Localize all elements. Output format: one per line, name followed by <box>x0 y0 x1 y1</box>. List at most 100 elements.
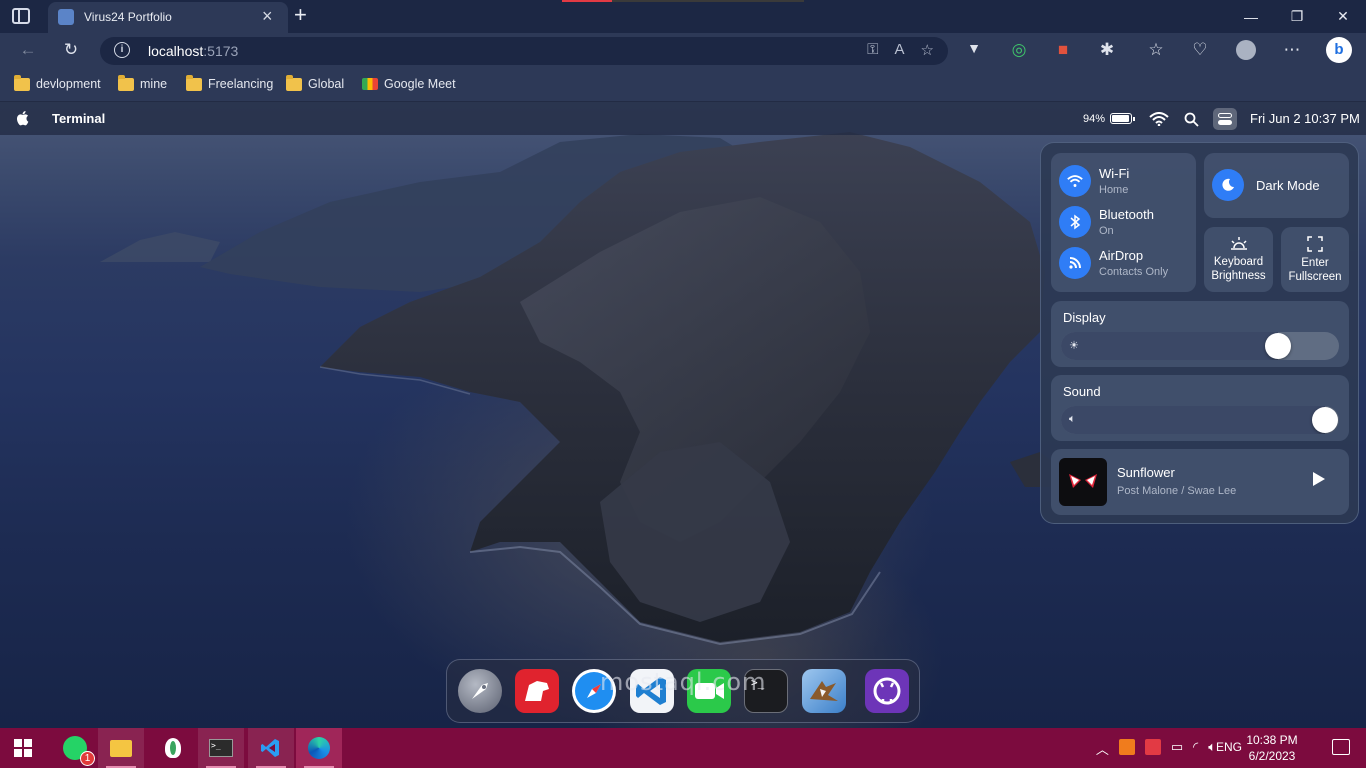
control-center-panel: Wi-Fi Home Bluetooth On AirDrop Contacts… <box>1040 142 1359 524</box>
apple-logo-icon[interactable] <box>16 110 30 126</box>
display-card: Display ☀ <box>1051 301 1349 367</box>
notification-center-icon[interactable] <box>1332 739 1350 755</box>
display-label: Display <box>1063 310 1106 325</box>
window-controls: — ❐ ✕ <box>1228 0 1366 33</box>
wifi-icon <box>1059 165 1091 197</box>
display-brightness-slider[interactable]: ☀ <box>1061 332 1339 360</box>
add-favorite-icon[interactable]: ☆ <box>921 41 934 59</box>
extensions-icon[interactable]: ✱ <box>1096 40 1118 60</box>
terminal-taskbar-icon[interactable]: >_ <box>198 728 244 768</box>
wifi-icon[interactable] <box>1149 112 1169 126</box>
favorites-icon[interactable]: ☆ <box>1145 40 1167 60</box>
browser-tab-bar: Virus24 Portfolio × + — ❐ ✕ <box>0 0 1366 33</box>
fullscreen-label: Enter Fullscreen <box>1288 257 1342 283</box>
launchpad-icon[interactable] <box>458 669 502 713</box>
display-slider-knob[interactable] <box>1264 333 1291 359</box>
folder-icon <box>14 74 30 91</box>
wifi-subtitle: Home <box>1099 184 1129 196</box>
folder-icon <box>186 74 202 91</box>
fullscreen-icon <box>1307 236 1323 252</box>
mostaql-watermark: mostaql.com <box>600 668 767 696</box>
back-button[interactable]: ← <box>17 40 39 60</box>
battery-tray-icon[interactable]: ▭ <box>1171 739 1183 758</box>
node-app-taskbar-icon[interactable] <box>150 728 196 768</box>
airdrop-icon <box>1059 247 1091 279</box>
language-indicator[interactable]: ENG <box>1216 740 1242 754</box>
dark-mode-toggle[interactable]: Dark Mode <box>1204 153 1349 218</box>
track-artist: Post Malone / Swae Lee <box>1117 485 1237 497</box>
browser-tab[interactable]: Virus24 Portfolio × <box>48 2 288 33</box>
active-app-name[interactable]: Terminal <box>52 111 105 126</box>
close-tab-icon[interactable]: × <box>262 6 273 27</box>
extension-red-icon[interactable]: ■ <box>1052 40 1074 60</box>
network-tray-icon[interactable]: ◜ <box>1193 739 1198 758</box>
xampp-tray-icon[interactable] <box>1118 739 1135 755</box>
restore-button[interactable]: ❐ <box>1274 0 1320 33</box>
enter-fullscreen-button[interactable]: Enter Fullscreen <box>1281 227 1349 292</box>
keyboard-brightness-icon <box>1231 237 1247 250</box>
vscode-taskbar-icon[interactable] <box>248 728 294 768</box>
now-playing-card: Sunflower Post Malone / Swae Lee <box>1051 449 1349 515</box>
vuetools-extension-icon[interactable]: ▼ <box>963 40 985 56</box>
speaker-icon: 🔈︎ <box>1069 413 1076 425</box>
track-title: Sunflower <box>1117 465 1175 480</box>
tab-actions-icon[interactable] <box>12 8 30 24</box>
extension-green-icon[interactable]: ◎ <box>1008 40 1030 60</box>
volume-tray-icon[interactable]: 🔈︎ <box>1208 739 1216 758</box>
read-aloud-icon[interactable]: A <box>895 41 905 59</box>
bing-copilot-icon[interactable]: b <box>1326 37 1352 63</box>
wifi-title: Wi-Fi <box>1099 166 1130 181</box>
site-info-icon[interactable]: i <box>114 42 130 58</box>
mac-menu-bar: Terminal 94% Fri Jun 2 10:37 PM <box>0 102 1366 135</box>
airdrop-subtitle: Contacts Only <box>1099 266 1169 278</box>
moon-icon <box>1212 169 1244 201</box>
whatsapp-taskbar-icon[interactable]: 1 <box>52 728 98 768</box>
refresh-button[interactable]: ↻ <box>60 40 82 60</box>
close-window-button[interactable]: ✕ <box>1320 0 1366 33</box>
address-bar-actions: ⚿ A ☆ <box>867 41 934 59</box>
control-center-icon[interactable] <box>1213 108 1237 130</box>
volume-slider-knob[interactable] <box>1312 407 1339 433</box>
connectivity-card: Wi-Fi Home Bluetooth On AirDrop Contacts… <box>1051 153 1196 292</box>
taskbar-clock[interactable]: 10:38 PM 6/2/2023 <box>1240 732 1304 764</box>
battery-icon[interactable] <box>1110 113 1135 124</box>
start-button[interactable] <box>0 728 46 768</box>
key-icon[interactable]: ⚿ <box>867 41 878 59</box>
system-tray: ︿ ▭ ◜ 🔈︎ ENG 10:38 PM 6/2/2023 <box>1066 728 1366 768</box>
windows-logo-icon <box>14 739 32 757</box>
bear-notes-icon[interactable] <box>515 669 559 713</box>
favicon-icon <box>58 9 74 25</box>
windows-taskbar: 1 >_ ︿ ▭ ◜ 🔈︎ ENG 10:38 PM 6/2/2023 <box>0 728 1366 768</box>
airdrop-title: AirDrop <box>1099 248 1144 263</box>
taskbar-time: 10:38 PM <box>1246 733 1298 747</box>
menubar-clock[interactable]: Fri Jun 2 10:37 PM <box>1250 111 1360 126</box>
keyboard-brightness-button[interactable]: Keyboard Brightness <box>1204 227 1273 292</box>
edge-taskbar-icon[interactable] <box>296 728 342 768</box>
github-icon[interactable] <box>865 669 909 713</box>
bookmark-mine[interactable]: mine <box>118 74 167 91</box>
show-hidden-icons-chevron-icon[interactable]: ︿ <box>1096 739 1109 758</box>
health-icon[interactable]: ♡ <box>1189 40 1211 60</box>
sound-card: Sound 🔈︎ <box>1051 375 1349 441</box>
bluetooth-icon <box>1059 206 1091 238</box>
address-bar[interactable]: i localhost:5173 ⚿ A ☆ <box>100 37 948 65</box>
more-menu-icon[interactable]: ⋯ <box>1281 40 1303 60</box>
bookmark-devlopment[interactable]: devlopment <box>14 74 101 91</box>
folder-icon <box>118 74 134 91</box>
bookmarks-bar: devlopment mine Freelancing Global Googl… <box>0 69 1366 102</box>
spotlight-search-icon[interactable] <box>1184 112 1199 127</box>
new-tab-button[interactable]: + <box>294 2 307 28</box>
bookmark-freelancing[interactable]: Freelancing <box>186 74 273 91</box>
bookmark-google-meet[interactable]: Google Meet <box>362 77 456 91</box>
volume-slider[interactable]: 🔈︎ <box>1061 406 1339 434</box>
bluetooth-title: Bluetooth <box>1099 207 1154 222</box>
file-explorer-taskbar-icon[interactable] <box>98 728 144 768</box>
play-icon[interactable] <box>1313 472 1325 486</box>
recorder-tray-icon[interactable] <box>1144 739 1161 755</box>
tab-title: Virus24 Portfolio <box>84 10 172 24</box>
url-text: localhost:5173 <box>148 43 239 59</box>
mail-icon[interactable] <box>802 669 846 713</box>
minimize-button[interactable]: — <box>1228 0 1274 33</box>
profile-avatar-icon[interactable] <box>1235 40 1257 60</box>
bookmark-global[interactable]: Global <box>286 74 344 91</box>
